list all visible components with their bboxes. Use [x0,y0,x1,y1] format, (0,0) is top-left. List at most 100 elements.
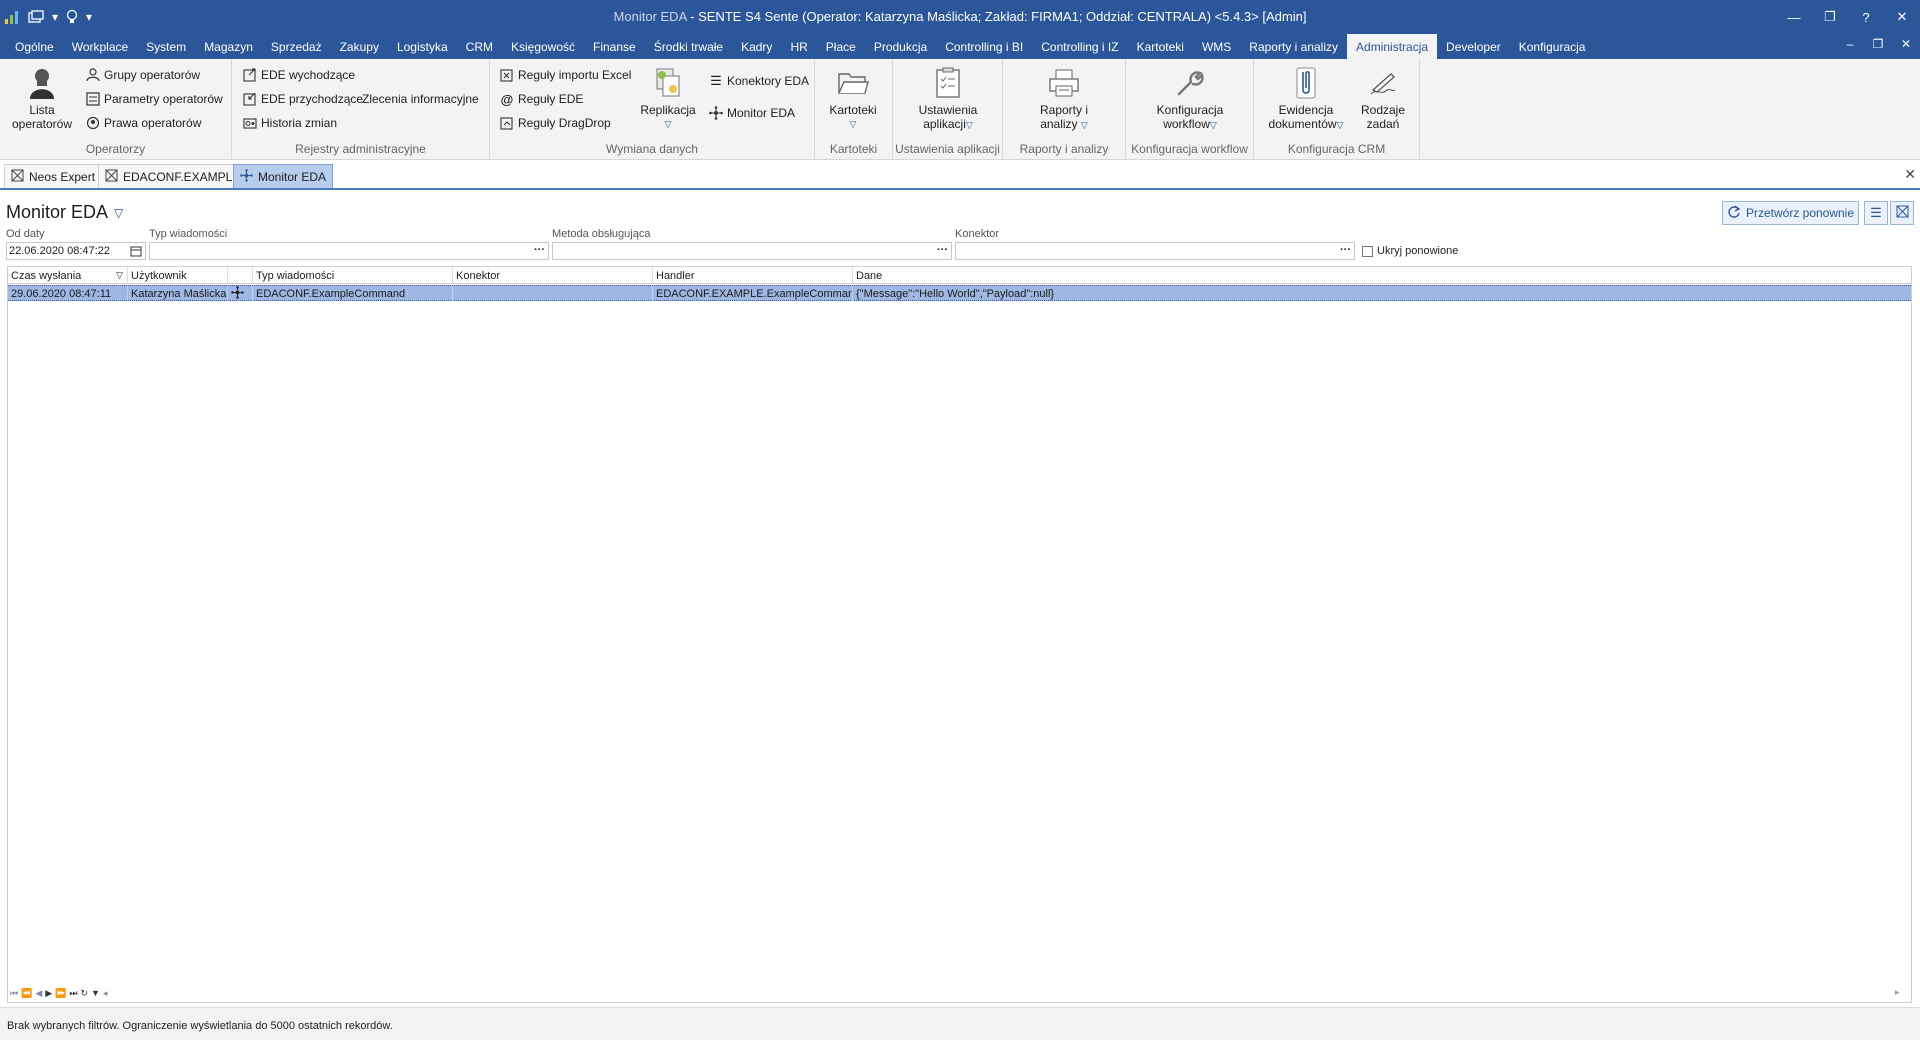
dragdrop-icon [499,115,515,131]
ribbon-group-crm: Ewidencja dokumentów▽ Rodzaje zadań Konf… [1254,59,1420,159]
doc-minimize-icon[interactable]: – [1840,37,1860,51]
column-header-icon[interactable] [228,267,253,284]
next-page-icon[interactable]: ⏩ [55,988,66,999]
ribbon-tab-raporty-i-analizy[interactable]: Raporty i analizy [1240,34,1347,59]
prawa-operatorow-button[interactable]: Prawa operatorów [85,113,201,133]
prev-page-icon[interactable]: ⏪ [21,988,32,999]
filter-funnel-icon[interactable]: ▽ [116,270,123,281]
ribbon-tab-płace[interactable]: Płace [817,34,865,59]
ribbon-tab-magazyn[interactable]: Magazyn [195,34,262,59]
column-header-handler[interactable]: Handler [653,267,853,284]
column-header-czas[interactable]: Czas wysłania ▽ [8,267,128,284]
konfiguracja-workflow-button[interactable]: Konfiguracja workflow▽ [1148,65,1232,132]
scroll-left-icon[interactable]: ◂ [103,988,108,999]
column-header-typ[interactable]: Typ wiadomości [253,267,453,284]
first-page-icon[interactable]: ⏮ [10,988,18,999]
ribbon-tab-kadry[interactable]: Kadry [732,34,781,59]
ustawienia-aplikacji-button[interactable]: Ustawienia aplikacji▽ [913,65,983,132]
column-header-konektor[interactable]: Konektor [453,267,653,284]
ribbon-tab-wms[interactable]: WMS [1193,34,1240,59]
ribbon-tab-finanse[interactable]: Finanse [584,34,645,59]
ribbon-tab-controlling-i-bi[interactable]: Controlling i BI [936,34,1032,59]
ribbon-tab-hr[interactable]: HR [781,34,816,59]
ribbon-tab-developer[interactable]: Developer [1437,34,1510,59]
ribbon-tab-controlling-i-iz[interactable]: Controlling i IZ [1032,34,1127,59]
historia-zmian-button[interactable]: Historia zmian [242,113,337,133]
prev-record-icon[interactable]: ◀ [35,988,42,999]
ribbon-tab-produkcja[interactable]: Produkcja [865,34,936,59]
konektor-field[interactable]: ··· [955,242,1355,260]
typ-wiadomosci-field[interactable]: ··· [149,242,549,260]
ribbon-tab-środki-trwałe[interactable]: Środki trwałe [645,34,732,59]
filter-clear-button[interactable] [1890,201,1914,225]
close-tab-icon[interactable]: ✕ [1904,166,1916,183]
ellipsis-icon[interactable]: ··· [1340,244,1351,256]
rodzaje-zadan-button[interactable]: Rodzaje zadań [1358,65,1408,131]
column-header-label: Konektor [456,269,501,282]
scroll-right-icon[interactable]: ▸ [1895,987,1900,998]
ribbon-tab-ogólne[interactable]: Ogólne [6,34,63,59]
reguly-importu-excel-button[interactable]: Reguły importu Excel [499,65,631,85]
reguly-ede-button[interactable]: @ Reguły EDE [499,89,584,109]
filter-funnel-icon[interactable]: ▼ [91,988,100,998]
help-button[interactable]: ? [1848,0,1884,34]
ellipsis-icon[interactable]: ··· [937,244,948,256]
ribbon-tab-konfiguracja[interactable]: Konfiguracja [1510,34,1595,59]
doc-close-icon[interactable]: ✕ [1896,37,1916,51]
close-window-button[interactable]: ✕ [1884,0,1920,34]
ribbon-tab-crm[interactable]: CRM [457,34,502,59]
next-record-icon[interactable]: ▶ [45,988,52,999]
ellipsis-icon[interactable]: ··· [534,244,545,256]
page-header: Monitor EDA ▽ Przetwórz ponownie ☰ [0,192,1920,232]
monitor-eda-label: Monitor EDA [727,106,796,120]
calendar-icon[interactable] [130,245,142,260]
reprocess-button[interactable]: Przetwórz ponownie [1722,201,1859,225]
ribbon-tab-kartoteki[interactable]: Kartoteki [1128,34,1193,59]
doc-tab-edaconf-example[interactable]: EDACONF.EXAMPLE [98,164,248,188]
ribbon-tab-administracja[interactable]: Administracja [1347,34,1438,59]
menu-button[interactable]: ☰ [1864,201,1888,225]
lista-operatorow-button[interactable]: Lista operatorów [6,65,78,131]
metoda-obslugujaca-field[interactable]: ··· [552,242,952,260]
column-header-dane[interactable]: Dane [853,267,1911,284]
replikacja-button[interactable]: Replikacja ▽ [638,65,698,131]
ukryj-ponowione-checkbox[interactable]: Ukryj ponowione [1362,245,1458,257]
reprocess-label: Przetwórz ponownie [1745,206,1855,220]
raporty-i-analizy-button[interactable]: Raporty i analizy ▽ [1027,65,1101,132]
minimize-button[interactable]: — [1776,0,1812,34]
page-title[interactable]: Monitor EDA ▽ [6,202,123,223]
column-header-uzytkownik[interactable]: Użytkownik [128,267,228,284]
ribbon-tab-system[interactable]: System [137,34,195,59]
ribbon-tab-zakupy[interactable]: Zakupy [331,34,388,59]
ewidencja-dokumentow-button[interactable]: Ewidencja dokumentów▽ [1264,65,1348,132]
ribbon-tab-księgowość[interactable]: Księgowość [502,34,584,59]
restore-button[interactable]: ❐ [1812,0,1848,34]
reguly-dragdrop-button[interactable]: Reguły DragDrop [499,113,611,133]
monitor-eda-button[interactable]: Monitor EDA [708,103,795,123]
zlecenia-informacyjne-button[interactable]: Zlecenia informacyjne [362,89,479,109]
checkbox-box[interactable] [1362,245,1373,257]
ede-przychodzace-button[interactable]: EDE przychodzące [242,89,363,109]
group-label-workflow: Konfiguracja workflow [1131,142,1248,156]
replikacja-label: Replikacja [640,103,696,117]
reguly-importu-excel-label: Reguły importu Excel [518,68,632,82]
last-page-icon[interactable]: ⏭ [69,988,77,999]
ede-wychodzace-button[interactable]: EDE wychodzące [242,65,355,85]
group-label-ustawienia: Ustawienia aplikacji [895,142,1000,156]
ribbon-tab-logistyka[interactable]: Logistyka [388,34,457,59]
doc-tab-neos-expert[interactable]: Neos Expert [4,164,103,188]
doc-restore-icon[interactable]: ❐ [1868,37,1888,51]
grupy-operatorow-button[interactable]: Grupy operatorów [85,65,200,85]
title-bar: ▾ ▾ Monitor EDA - SENTE S4 Sente (Operat… [0,0,1920,34]
table-row[interactable]: 29.06.2020 08:47:11 Katarzyna Maślicka E… [8,285,1911,301]
konektory-eda-button[interactable]: ☰ Konektory EDA [708,71,809,91]
parametry-operatorow-button[interactable]: Parametry operatorów [85,89,223,109]
doc-tab-monitor-eda[interactable]: Monitor EDA [233,164,334,188]
status-bar: Brak wybranych filtrów. Ograniczenie wyś… [0,1007,1920,1040]
ribbon-tab-workplace[interactable]: Workplace [63,34,137,59]
od-daty-field[interactable]: 22.06.2020 08:47:22 [6,242,146,260]
ribbon-tab-sprzedaż[interactable]: Sprzedaż [262,34,331,59]
refresh-icon[interactable]: ↻ [81,988,89,999]
rodzaje-label-2: zadań [1366,117,1400,131]
kartoteki-button[interactable]: Kartoteki ▽ [823,65,883,131]
